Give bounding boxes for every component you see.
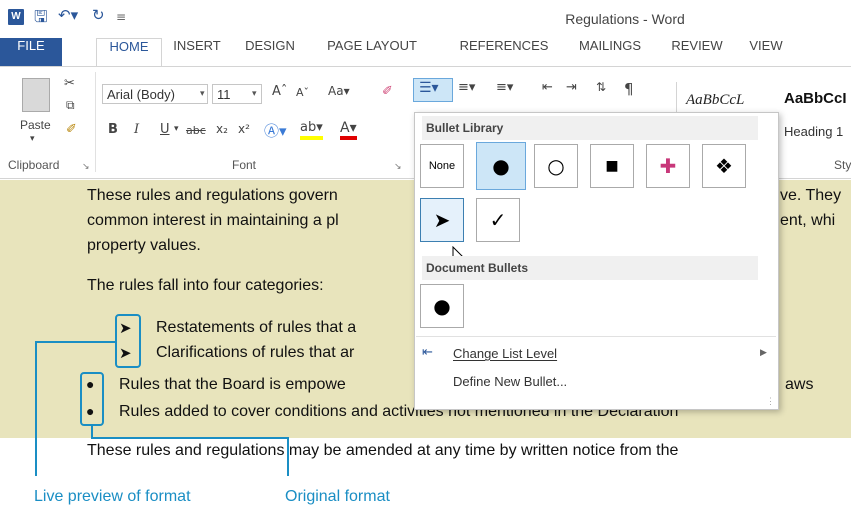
- bold-icon[interactable]: B: [108, 122, 118, 137]
- callout-line: [91, 437, 289, 439]
- four-color-star-icon: ✚: [659, 154, 677, 178]
- word-app-icon[interactable]: W: [8, 9, 24, 25]
- list-item: Clarifications of rules that ar: [156, 344, 355, 361]
- style-sample-normal[interactable]: AaBbCcL: [686, 92, 744, 109]
- bullet-star-option[interactable]: ✚: [646, 144, 690, 188]
- tab-home[interactable]: HOME: [96, 38, 162, 66]
- bullet-square-option[interactable]: ■: [590, 144, 634, 188]
- menu-divider: [416, 336, 776, 337]
- font-color-icon[interactable]: A▾: [340, 120, 357, 140]
- square-bullet-icon: ■: [605, 158, 619, 174]
- tab-page-layout[interactable]: PAGE LAYOUT: [320, 38, 424, 66]
- customize-qat-icon[interactable]: ≡: [116, 10, 126, 24]
- live-preview-outline: [115, 314, 141, 368]
- text-effects-icon[interactable]: Ⓐ▾: [264, 120, 287, 141]
- bullet-arrow-option[interactable]: ➤: [420, 198, 464, 242]
- tab-view[interactable]: VIEW: [744, 38, 788, 66]
- document-bullet-dot-option[interactable]: ●: [420, 284, 464, 328]
- live-preview-caption: Live preview of format: [34, 488, 191, 505]
- font-family-select[interactable]: Arial (Body): [102, 84, 208, 104]
- change-list-level-icon: ⇤: [422, 344, 433, 359]
- grow-font-icon[interactable]: Aˆ: [272, 84, 287, 99]
- group-divider: [95, 72, 96, 172]
- bullet-dot-option[interactable]: ●: [476, 142, 526, 190]
- chevron-down-icon: ▾: [200, 88, 205, 98]
- save-icon[interactable]: 🖫: [34, 6, 48, 33]
- subscript-icon[interactable]: x₂: [216, 122, 228, 136]
- paragraph-line: common interest in maintaining a pl: [87, 212, 339, 229]
- font-launcher-icon[interactable]: ↘: [394, 161, 402, 172]
- check-bullet-icon: ✓: [489, 208, 507, 232]
- bullet-check-option[interactable]: ✓: [476, 198, 520, 242]
- paragraph-line: property values.: [87, 237, 201, 254]
- show-formatting-icon[interactable]: ¶: [624, 80, 634, 98]
- paragraph-line: ent, whi: [780, 212, 836, 229]
- redo-icon[interactable]: ↻: [92, 6, 105, 24]
- chevron-down-icon[interactable]: ▾: [174, 124, 179, 134]
- dot-bullet-icon: ●: [433, 294, 451, 318]
- underline-icon[interactable]: U: [160, 122, 170, 137]
- numbering-icon[interactable]: ≡▾: [458, 80, 475, 95]
- bullet-diamond-option[interactable]: ❖: [702, 144, 746, 188]
- list-item: Restatements of rules that a: [156, 319, 357, 336]
- circle-bullet-icon: ○: [547, 154, 565, 178]
- change-list-level-menu-item[interactable]: Change List Level: [453, 346, 557, 361]
- clipboard-group-label: Clipboard: [8, 158, 60, 172]
- dot-bullet-icon: ●: [492, 154, 510, 178]
- format-painter-icon[interactable]: ✐: [66, 122, 77, 137]
- superscript-icon[interactable]: x²: [238, 122, 250, 136]
- bullet-circle-option[interactable]: ○: [534, 144, 578, 188]
- style-sample-heading[interactable]: AaBbCcI: [784, 90, 847, 107]
- define-new-bullet-menu-item[interactable]: Define New Bullet...: [453, 374, 567, 389]
- list-item: aws: [785, 376, 814, 393]
- shrink-font-icon[interactable]: Aˇ: [296, 86, 309, 99]
- window-title: Regulations - Word: [565, 11, 685, 27]
- highlight-color-icon[interactable]: ab▾: [300, 120, 323, 140]
- clear-formatting-icon[interactable]: ✐: [382, 84, 393, 99]
- clipboard-launcher-icon[interactable]: ↘: [82, 161, 90, 172]
- italic-icon[interactable]: I: [134, 122, 139, 137]
- paste-icon[interactable]: [22, 78, 50, 112]
- callout-line: [287, 437, 289, 476]
- tab-insert[interactable]: INSERT: [168, 38, 226, 66]
- bullet-list-icon: ☰▾: [419, 80, 439, 96]
- tab-references[interactable]: REFERENCES: [454, 38, 554, 66]
- style-heading-1[interactable]: Heading 1: [784, 124, 843, 139]
- paragraph-line: The rules fall into four categories:: [87, 277, 324, 294]
- chevron-down-icon: ▾: [252, 88, 257, 98]
- strikethrough-icon[interactable]: abc: [186, 124, 206, 137]
- document-bullets-header: Document Bullets: [422, 256, 758, 280]
- paragraph-line: ve. They: [780, 187, 842, 204]
- bullet-none-option[interactable]: None: [420, 144, 464, 188]
- paste-dropdown-icon[interactable]: ▾: [30, 134, 35, 144]
- tab-review[interactable]: REVIEW: [668, 38, 726, 66]
- callout-line: [35, 341, 37, 476]
- chevron-right-icon: ▶: [760, 347, 767, 357]
- paragraph-line: These rules and regulations govern: [87, 187, 338, 204]
- callout-line: [35, 341, 117, 343]
- copy-icon[interactable]: ⧉: [66, 98, 75, 113]
- undo-icon[interactable]: ↶▾: [58, 6, 78, 24]
- change-case-icon[interactable]: Aa▾: [328, 84, 350, 98]
- font-group-label: Font: [232, 158, 257, 172]
- arrow-bullet-icon: ➤: [433, 208, 451, 232]
- paragraph-line: These rules and regulations may be amend…: [87, 442, 679, 459]
- tab-design[interactable]: DESIGN: [238, 38, 302, 66]
- resize-grip-icon[interactable]: ⋮: [766, 396, 775, 407]
- none-label: None: [428, 160, 456, 172]
- tab-mailings[interactable]: MAILINGS: [568, 38, 652, 66]
- bullet-library-header: Bullet Library: [422, 116, 758, 140]
- multilevel-list-icon[interactable]: ≡▾: [496, 80, 513, 95]
- cut-icon[interactable]: ✂: [64, 76, 75, 91]
- paste-button[interactable]: Paste: [20, 118, 51, 132]
- original-format-outline: [80, 372, 104, 426]
- tab-file[interactable]: FILE: [0, 38, 62, 66]
- original-format-caption: Original format: [285, 488, 390, 505]
- decrease-indent-icon[interactable]: ⇤: [542, 80, 553, 95]
- increase-indent-icon[interactable]: ⇥: [566, 80, 577, 95]
- styles-group-label: Sty: [834, 158, 851, 172]
- list-item: Rules that the Board is empowe: [119, 376, 346, 393]
- diamond-cluster-icon: ❖: [715, 154, 733, 178]
- sort-icon[interactable]: ⇅: [596, 80, 606, 94]
